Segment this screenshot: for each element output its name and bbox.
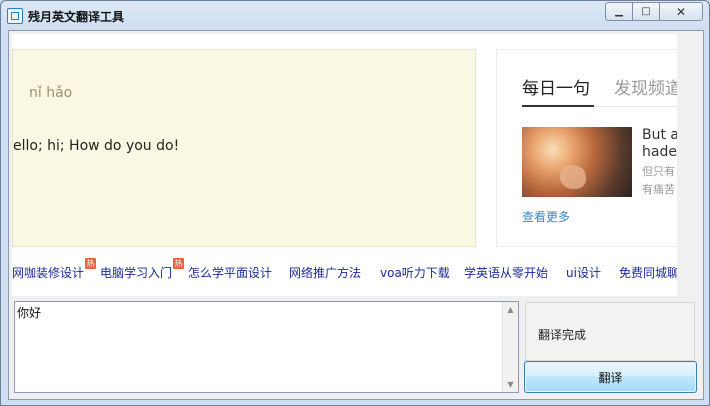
status-panel: 翻译完成 <box>525 302 695 361</box>
close-button[interactable]: ✕ <box>659 2 703 21</box>
hot-badge-icon: 热 <box>85 258 96 269</box>
quote-cn-line-1: 但只有 <box>642 165 675 178</box>
pinyin-text: nǐ hǎo <box>29 85 73 101</box>
tab-discover[interactable]: 发现频道 <box>614 74 677 99</box>
meaning-text: ello; hi; How do you do! <box>13 138 180 154</box>
window-controls: ▁ □ ✕ <box>605 2 703 21</box>
quote-en-line-2: hade <box>642 144 677 160</box>
active-tab-indicator <box>522 105 594 107</box>
window-title: 残月英文翻译工具 <box>28 10 125 24</box>
app-icon <box>7 8 23 24</box>
minimize-button[interactable]: ▁ <box>605 2 633 21</box>
maximize-button[interactable]: □ <box>632 2 660 21</box>
input-scrollbar[interactable]: ▲ ▼ <box>502 302 518 392</box>
ad-link-bar: 网咖装修设计 热 电脑学习入门 热 怎么学平面设计 网络推广方法 voa听力下载… <box>12 258 677 284</box>
scroll-up-icon[interactable]: ▲ <box>503 302 518 317</box>
ad-link[interactable]: 免费同城聊 <box>619 264 677 281</box>
ad-link[interactable]: ui设计 <box>566 264 601 281</box>
dictionary-card: nǐ hǎo ello; hi; How do you do! <box>12 49 476 247</box>
scroll-down-icon[interactable]: ▼ <box>503 377 518 392</box>
source-text-input[interactable]: 你好 <box>17 304 501 388</box>
app-window: 残月英文翻译工具 ▁ □ ✕ nǐ hǎo ello; hi; How do y… <box>0 0 710 406</box>
title-bar[interactable]: 残月英文翻译工具 ▁ □ ✕ <box>1 1 709 31</box>
ad-link[interactable]: 网咖装修设计 <box>12 264 84 281</box>
hot-badge-icon: 热 <box>173 258 184 269</box>
daily-sentence-card: 每日一句 发现频道 But a hade 但只有 有痛苦 查看更多 <box>496 49 677 247</box>
translate-button[interactable]: 翻译 <box>524 361 697 393</box>
quote-cn-line-2: 有痛苦 <box>642 183 675 196</box>
ad-link[interactable]: voa听力下载 <box>380 264 450 281</box>
result-web-panel: nǐ hǎo ello; hi; How do you do! 每日一句 发现频… <box>12 34 677 296</box>
quote-en-line-1: But a <box>642 127 677 143</box>
ad-link[interactable]: 学英语从零开始 <box>464 264 548 281</box>
ad-link[interactable]: 怎么学平面设计 <box>188 264 272 281</box>
daily-photo[interactable] <box>522 127 632 197</box>
input-box: 你好 ▲ ▼ <box>14 301 519 393</box>
ad-link[interactable]: 电脑学习入门 <box>100 264 172 281</box>
view-more-link[interactable]: 查看更多 <box>522 208 570 225</box>
client-area: nǐ hǎo ello; hi; How do you do! 每日一句 发现频… <box>8 30 704 400</box>
tab-daily-sentence[interactable]: 每日一句 <box>522 74 590 99</box>
web-panel-gutter <box>677 34 700 296</box>
ad-link[interactable]: 网络推广方法 <box>289 264 361 281</box>
status-text: 翻译完成 <box>538 328 587 342</box>
